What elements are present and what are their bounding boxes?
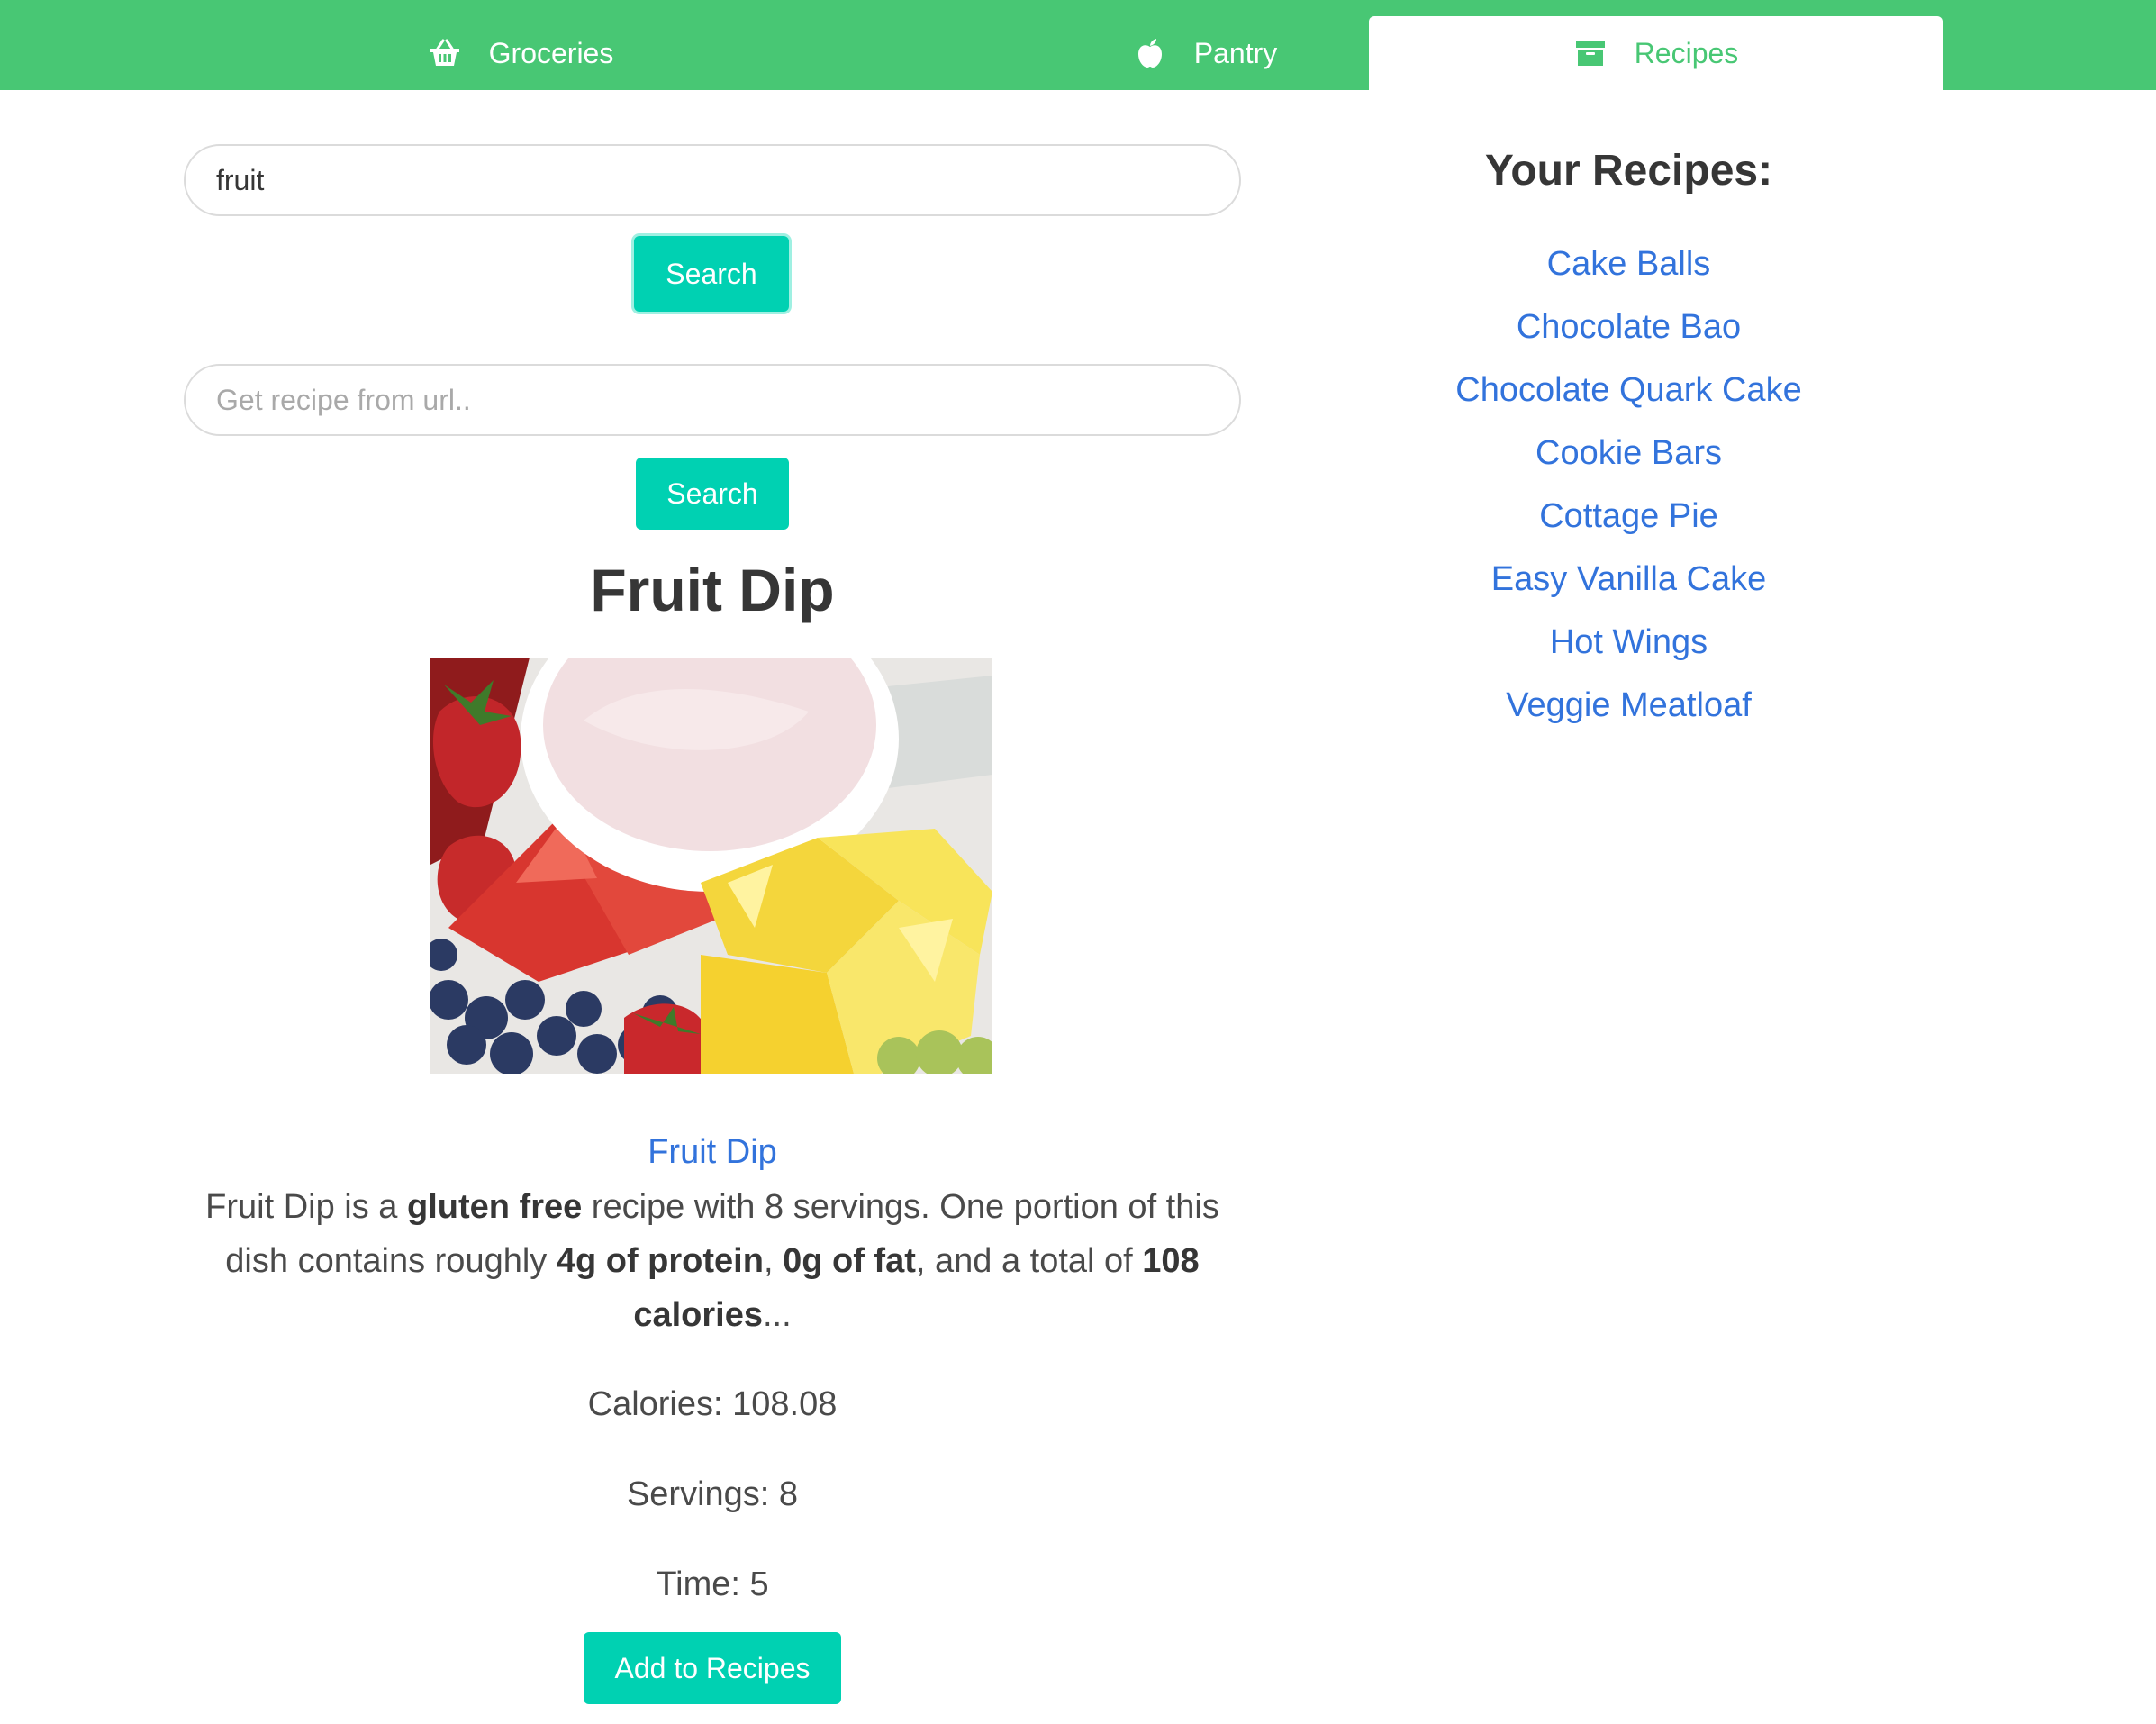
tab-recipes[interactable]: Recipes — [1369, 16, 1943, 90]
saved-recipe-link[interactable]: Hot Wings — [1369, 611, 1889, 674]
recipe-calories: Calories: 108.08 — [587, 1385, 838, 1423]
saved-recipe-link[interactable]: Chocolate Bao — [1369, 295, 1889, 358]
saved-recipe-link[interactable]: Cottage Pie — [1369, 485, 1889, 548]
recipe-summary: Fruit Dip is a gluten free recipe with 8… — [205, 1188, 1219, 1334]
tab-pantry-label: Pantry — [1193, 36, 1278, 69]
tab-pantry[interactable]: Pantry — [1041, 16, 1369, 90]
saved-recipe-link[interactable]: Cookie Bars — [1369, 422, 1889, 485]
recipe-source-link[interactable]: Fruit Dip — [184, 1128, 1241, 1176]
saved-recipe-link[interactable]: Cake Balls — [1369, 232, 1889, 295]
saved-recipe-link[interactable]: Easy Vanilla Cake — [1369, 548, 1889, 611]
recipe-servings: Servings: 8 — [626, 1475, 799, 1513]
tab-recipes-label: Recipes — [1634, 36, 1739, 69]
top-nav-bar: Groceries Pantry Recipes — [0, 0, 2156, 90]
saved-recipes-list: Cake Balls Chocolate Bao Chocolate Quark… — [1369, 232, 1889, 737]
tab-groceries[interactable]: Groceries — [0, 16, 1041, 90]
saved-recipe-link[interactable]: Veggie Meatloaf — [1369, 674, 1889, 737]
archive-icon — [1573, 36, 1608, 70]
search-button[interactable]: Search — [634, 236, 789, 312]
url-search-button[interactable]: Search — [636, 458, 789, 530]
recipe-time: Time: 5 — [656, 1565, 769, 1603]
recipe-url-input[interactable] — [184, 364, 1241, 436]
search-input[interactable] — [184, 144, 1241, 216]
tab-groceries-label: Groceries — [488, 36, 614, 69]
saved-recipe-link[interactable]: Chocolate Quark Cake — [1369, 358, 1889, 422]
your-recipes-heading: Your Recipes: — [1484, 147, 1773, 195]
recipe-title: Fruit Dip — [590, 557, 835, 623]
basket-icon — [428, 36, 462, 70]
add-to-recipes-button[interactable]: Add to Recipes — [584, 1632, 841, 1704]
apple-icon — [1133, 36, 1167, 70]
recipe-image — [430, 658, 992, 1074]
